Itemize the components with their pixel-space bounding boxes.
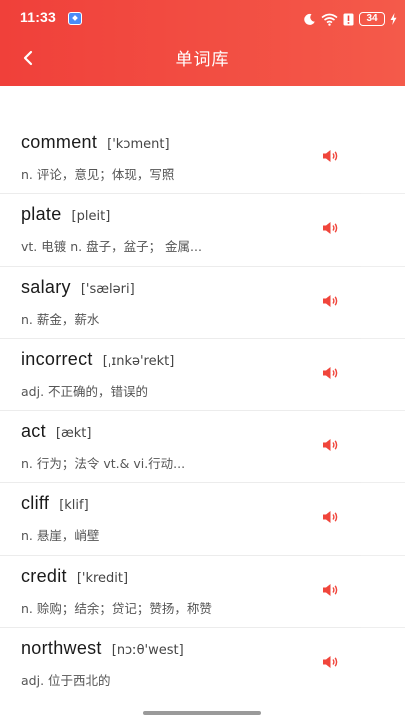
speaker-icon[interactable] — [322, 293, 342, 309]
moon-icon — [303, 13, 316, 26]
word-phonetic: ['sæləri] — [80, 281, 135, 297]
word-meaning: n. 行为；法令 vt.& vi.行动... — [21, 456, 186, 472]
alert-icon — [343, 13, 354, 26]
word-phonetic: [pleit] — [71, 209, 111, 225]
word-list-item[interactable]: northwest [nɔːθ'west] adj. 位于西北的 — [0, 628, 405, 700]
wifi-icon — [321, 13, 338, 26]
speaker-icon[interactable] — [322, 148, 342, 164]
battery-indicator: 34 — [359, 12, 385, 26]
word-meaning: n. 赊购；结余；贷记；赞扬，称赞 — [21, 600, 212, 616]
word-list-item[interactable]: plate [pleit] vt. 电镀 n. 盘子，盆子； 金属... — [0, 194, 405, 267]
page-title: 单词库 — [175, 50, 230, 70]
word-text: cliff — [21, 493, 50, 514]
word-meaning: n. 评论，意见；体现，写照 — [21, 167, 175, 182]
word-phonetic: [ækt] — [55, 426, 92, 442]
word-meaning: n. 悬崖，峭壁 — [21, 528, 100, 544]
speaker-icon[interactable] — [322, 509, 342, 525]
charging-bolt-icon — [390, 13, 397, 25]
word-list: comment ['kɔment] n. 评论，意见；体现，写照 plate [… — [0, 122, 405, 700]
word-text: credit — [21, 565, 67, 586]
word-list-item[interactable]: incorrect [ˌɪnkə'rekt] adj. 不正确的，错误的 — [0, 339, 405, 412]
word-list-item[interactable]: credit ['kredit] n. 赊购；结余；贷记；赞扬，称赞 — [0, 556, 405, 629]
app-notification-icon — [68, 12, 82, 25]
word-list-item[interactable]: act [ækt] n. 行为；法令 vt.& vi.行动... — [0, 411, 405, 484]
word-meaning: vt. 电镀 n. 盘子，盆子； 金属... — [21, 239, 202, 255]
speaker-icon[interactable] — [322, 654, 342, 670]
navigation-bar: 单词库 — [0, 38, 405, 86]
word-text: act — [21, 421, 46, 442]
status-icons: 34 — [303, 10, 397, 28]
word-text: comment — [21, 132, 98, 152]
word-list-item[interactable]: comment ['kɔment] n. 评论，意见；体现，写照 — [0, 122, 405, 195]
word-text: incorrect — [21, 348, 93, 369]
status-time: 11:33 — [20, 9, 57, 25]
word-phonetic: [klif] — [59, 498, 89, 514]
app-header: 11:33 34 单词库 — [0, 0, 405, 86]
word-list-item[interactable]: salary ['sæləri] n. 薪金，薪水 — [0, 267, 405, 339]
word-meaning: adj. 位于西北的 — [21, 673, 111, 689]
word-phonetic: [nɔːθ'west] — [111, 643, 184, 659]
word-phonetic: ['kɔment] — [107, 137, 170, 152]
word-meaning: adj. 不正确的，错误的 — [21, 383, 149, 399]
word-phonetic: [ˌɪnkə'rekt] — [102, 353, 175, 369]
word-text: salary — [21, 276, 71, 297]
word-text: plate — [21, 204, 62, 225]
speaker-icon[interactable] — [322, 582, 342, 598]
word-phonetic: ['kredit] — [76, 570, 129, 586]
status-bar: 11:33 34 — [0, 0, 405, 38]
word-list-item[interactable]: cliff [klif] n. 悬崖，峭壁 — [0, 483, 405, 556]
word-text: northwest — [21, 638, 102, 659]
home-indicator[interactable] — [143, 711, 261, 715]
speaker-icon[interactable] — [322, 365, 342, 381]
speaker-icon[interactable] — [322, 220, 342, 236]
word-meaning: n. 薪金，薪水 — [21, 311, 100, 327]
speaker-icon[interactable] — [322, 437, 342, 453]
